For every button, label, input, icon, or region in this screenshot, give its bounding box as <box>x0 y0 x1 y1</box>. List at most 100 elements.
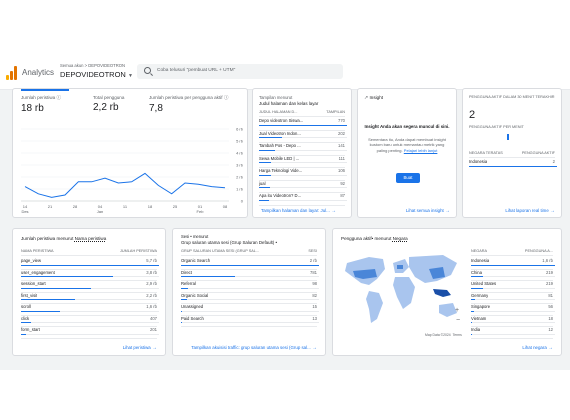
property-selector[interactable]: DEPOVIDEOTRON ▼ <box>60 70 133 79</box>
list-item[interactable]: first_visit 2,2 rb <box>13 292 165 304</box>
row-label: Harga Teknologi Vide... <box>259 168 303 173</box>
pages-report-link[interactable]: Tampilkan halaman dan layar: Jul... → <box>261 208 336 214</box>
list-item[interactable]: Direct 781 <box>173 270 325 281</box>
list-item[interactable]: Jual Videotron Indon... 202 <box>253 130 351 143</box>
y-tick-label: 0 <box>241 199 244 204</box>
row-value: 1,6 rb <box>146 304 157 309</box>
column-header[interactable]: NEGARA TERATAS <box>469 151 503 155</box>
row-bar <box>469 166 557 168</box>
row-value: 111 <box>338 155 345 161</box>
row-value: 2,2 rb <box>146 292 157 298</box>
breadcrumb[interactable]: Semua akun > DEPOVIDEOTRON <box>60 63 125 68</box>
row-value: 770 <box>338 118 345 123</box>
row-label: Organic Social <box>181 292 209 298</box>
column-header[interactable]: SESI <box>308 249 317 253</box>
country-value: 2 <box>552 159 555 164</box>
events-card: Jumlah peristiwa menurut Nama peristiwa … <box>12 228 166 356</box>
list-item[interactable]: India 12 <box>333 327 561 339</box>
row-bar-track <box>259 162 347 164</box>
list-item[interactable]: Indonesia 1,6 rb <box>333 258 561 270</box>
list-item[interactable]: page_view 5,7 rb <box>13 258 165 270</box>
list-item[interactable]: Referral 98 <box>173 281 325 293</box>
list-item[interactable]: Harga Teknologi Vide... 106 <box>253 168 351 181</box>
list-item[interactable]: Tambah Pos - Depo ... 141 <box>253 143 351 156</box>
list-item[interactable]: click 407 <box>13 315 165 327</box>
x-tick-label: 21 <box>48 204 53 209</box>
list-item[interactable]: Depo videotron Siswa... 770 <box>253 118 351 131</box>
row-label: United States <box>471 281 497 286</box>
list-item[interactable]: Sewa Mobile LED | ... 111 <box>253 155 351 168</box>
metric-label: Jumlah peristiwa ⓘ <box>21 95 62 100</box>
list-item[interactable]: user_engagement 3,8 rb <box>13 270 165 281</box>
x-tick-label: 14 Des <box>21 204 28 214</box>
x-tick-label: 08 <box>223 204 228 209</box>
search-input[interactable]: Coba telusuri "pembuat URL + UTM" <box>137 64 343 79</box>
events-report-link[interactable]: Lihat peristiwa → <box>123 345 157 351</box>
create-insight-button[interactable]: Buat <box>396 173 420 183</box>
list-item[interactable]: Organic Social 82 <box>173 292 325 304</box>
row-value: 98 <box>312 281 317 286</box>
row-bar <box>471 310 474 312</box>
column-header[interactable]: PENGGUNA A... <box>525 249 553 253</box>
row-label: Sewa Mobile LED | ... <box>259 155 300 161</box>
column-header[interactable]: NAMA PERISTIWA <box>21 249 54 253</box>
traffic-report-link[interactable]: Tampilkan akuisisi traffic: grup saluran… <box>191 345 317 351</box>
learn-more-link[interactable]: Pelajari lebih lanjut <box>404 148 438 153</box>
analytics-logo-icon[interactable] <box>6 66 18 80</box>
countries-report-link[interactable]: Lihat negara → <box>522 345 553 351</box>
list-item[interactable]: session_start 2,9 rb <box>13 281 165 293</box>
list-item[interactable]: form_start 201 <box>13 327 165 339</box>
metric-events-per-user[interactable]: Jumlah peristiwa per pengguna aktif ⓘ 7,… <box>149 95 228 114</box>
row-label: click <box>21 315 30 321</box>
dimension-selector[interactable]: Nama peristiwa <box>75 236 107 241</box>
card-dimension[interactable]: Judul halaman dan kelas layar <box>259 101 318 106</box>
row-value: 219 <box>546 269 553 275</box>
x-tick-label: 18 <box>148 204 153 209</box>
metric-event-count[interactable]: Jumlah peristiwa ⓘ 18 rb <box>21 89 70 114</box>
realtime-title: PENGGUNA AKTIF DALAM 30 MENIT TERAKHIR <box>469 95 555 99</box>
list-item[interactable]: Organic Search 2 rb <box>173 258 325 270</box>
list-item[interactable]: Singapore 56 <box>333 304 561 316</box>
row-bar-track <box>181 299 319 301</box>
row-value: 407 <box>150 315 157 321</box>
list-item[interactable]: Paid Search 13 <box>173 316 325 327</box>
list-item[interactable]: scroll 1,6 rb <box>13 304 165 316</box>
top-app-bar: Analytics Semua akun > DEPOVIDEOTRON DEP… <box>0 56 570 90</box>
metric-value: 7,8 <box>149 103 163 114</box>
row-bar-track <box>471 310 555 312</box>
list-item[interactable]: Germany 81 <box>333 293 561 304</box>
y-tick-label: 4 rb <box>236 151 244 156</box>
row-bar <box>21 264 159 266</box>
row-bar-track <box>181 322 319 324</box>
arrow-right-icon: → <box>312 345 317 351</box>
row-bar <box>259 187 270 189</box>
column-header[interactable]: TAMPILAN <box>326 110 345 114</box>
list-item[interactable]: Apa itu Videotron? D... 87 <box>253 193 351 206</box>
arrow-right-icon: → <box>445 208 450 214</box>
column-header[interactable]: JUMLAH PERISTIWA <box>120 249 157 253</box>
column-header[interactable]: NEGARA <box>471 249 487 253</box>
list-item[interactable]: China 219 <box>333 269 561 281</box>
y-tick-label: 1 rb <box>236 187 244 192</box>
dimension-selector[interactable]: Negara <box>393 236 408 241</box>
row-bar <box>471 299 476 301</box>
column-header[interactable]: GRUP SALURAN UTAMA SESI (GRUP SAL... <box>181 249 259 253</box>
list-item[interactable]: Unassigned 15 <box>173 304 325 316</box>
view-all-insights-link[interactable]: Lihat semua insight → <box>406 208 450 214</box>
column-header[interactable]: JUDUL HALAMAN D... <box>259 110 297 114</box>
list-item[interactable]: Vietnam 18 <box>333 316 561 327</box>
row-value: 12 <box>548 327 553 332</box>
insight-body: Sementara itu, Anda dapat membuat insigh… <box>368 137 446 153</box>
row-bar <box>259 199 269 201</box>
column-header[interactable]: PENGGUNA AKTIF <box>522 151 555 155</box>
realtime-report-link[interactable]: Lihat laporan real time → <box>505 208 555 214</box>
card-title: Sesi • menurut <box>181 234 209 239</box>
metric-total-users[interactable]: Total pengguna 2,2 rb <box>93 95 124 113</box>
row-value: 92 <box>340 180 345 186</box>
row-label: Depo videotron Siswa... <box>259 118 304 123</box>
x-tick-label: 28 <box>73 204 78 209</box>
list-item[interactable]: jual 92 <box>253 180 351 193</box>
card-dimension[interactable]: Grup saluran utama sesi (Grup Saluran De… <box>181 240 277 245</box>
list-item[interactable]: United States 219 <box>333 281 561 293</box>
row-value: 202 <box>338 130 345 136</box>
